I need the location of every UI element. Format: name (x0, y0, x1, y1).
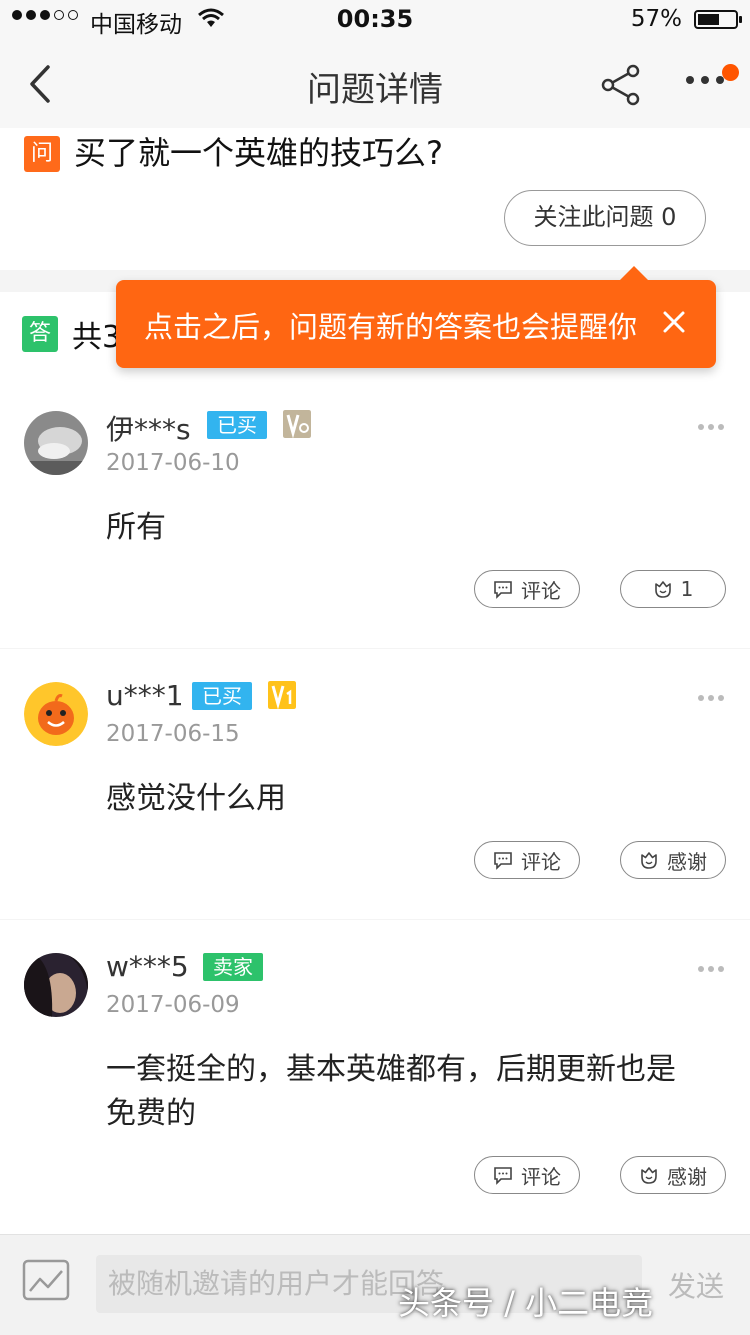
user-avatar[interactable] (24, 411, 88, 475)
follow-hint-tooltip: 点击之后，问题有新的答案也会提醒你 (116, 266, 716, 368)
answer-item: u***1 已买 2017-06-15 感觉没什么用 评论 感谢 (0, 649, 750, 919)
watermark: 头条号 / 小二电竞 (398, 1284, 654, 1322)
comment-button[interactable]: 评论 (474, 841, 580, 879)
tooltip-text: 点击之后，问题有新的答案也会提醒你 (144, 310, 638, 344)
more-options-icon[interactable] (686, 76, 724, 84)
image-upload-icon[interactable] (22, 1259, 70, 1301)
thanks-button[interactable]: 1 (620, 570, 726, 608)
question-badge: 问 (24, 136, 60, 172)
thanks-flower-icon (641, 1167, 657, 1184)
more-options-icon[interactable] (698, 966, 724, 972)
comment-button[interactable]: 评论 (474, 1156, 580, 1194)
thanks-flower-icon (641, 852, 657, 869)
comment-button[interactable]: 评论 (474, 570, 580, 608)
thanks-flower-icon (654, 581, 671, 598)
answer-date: 2017-06-09 (106, 992, 240, 1018)
status-bar: 中国移动 00:35 57% (0, 0, 750, 40)
user-avatar[interactable] (24, 682, 88, 746)
user-avatar[interactable] (24, 953, 88, 1017)
thanks-label: 1 (680, 577, 694, 601)
comment-label: 评论 (521, 849, 561, 874)
comment-icon (494, 581, 512, 599)
answer-content: 一套挺全的，基本英雄都有，后期更新也是免费的 (106, 1052, 676, 1131)
battery-icon (694, 10, 742, 29)
comment-label: 评论 (521, 1164, 561, 1189)
answer-date: 2017-06-15 (106, 721, 240, 747)
send-button[interactable]: 发送 (668, 1265, 724, 1305)
answer-item: 伊***s 已买 2017-06-10 所有 评论 1 (0, 378, 750, 648)
follow-question-button[interactable]: 关注此问题 0 (504, 190, 706, 246)
thanks-button[interactable]: 感谢 (620, 1156, 726, 1194)
thanks-label: 感谢 (667, 1164, 707, 1189)
thanks-button[interactable]: 感谢 (620, 841, 726, 879)
purchased-tag: 已买 (192, 682, 252, 710)
comment-label: 评论 (521, 578, 561, 603)
level-v0-icon (283, 410, 311, 438)
comment-icon (494, 852, 512, 870)
battery-percentage: 57% (630, 6, 682, 32)
answer-content: 感觉没什么用 (106, 781, 286, 816)
seller-tag: 卖家 (203, 953, 263, 981)
more-options-icon[interactable] (698, 695, 724, 701)
answer-badge: 答 (22, 316, 58, 352)
username: u***1 (106, 679, 184, 712)
more-options-icon[interactable] (698, 424, 724, 430)
purchased-tag: 已买 (207, 411, 267, 439)
close-icon[interactable] (660, 308, 688, 336)
notification-dot (722, 64, 739, 81)
navigation-bar: 问题详情 (0, 40, 750, 128)
username: 伊***s (106, 413, 191, 446)
share-icon[interactable] (600, 64, 642, 106)
answer-content: 所有 (106, 510, 166, 545)
answer-item: w***5 卖家 2017-06-09 一套挺全的，基本英雄都有，后期更新也是免… (0, 920, 750, 1234)
question-card: 问 买了就一个英雄的技巧么? 关注此问题 0 (0, 128, 750, 270)
comment-icon (494, 1167, 512, 1185)
thanks-label: 感谢 (667, 849, 707, 874)
level-v1-icon (268, 681, 296, 709)
answer-date: 2017-06-10 (106, 450, 240, 476)
question-text: 买了就一个英雄的技巧么? (74, 134, 443, 172)
username: w***5 (106, 950, 189, 983)
